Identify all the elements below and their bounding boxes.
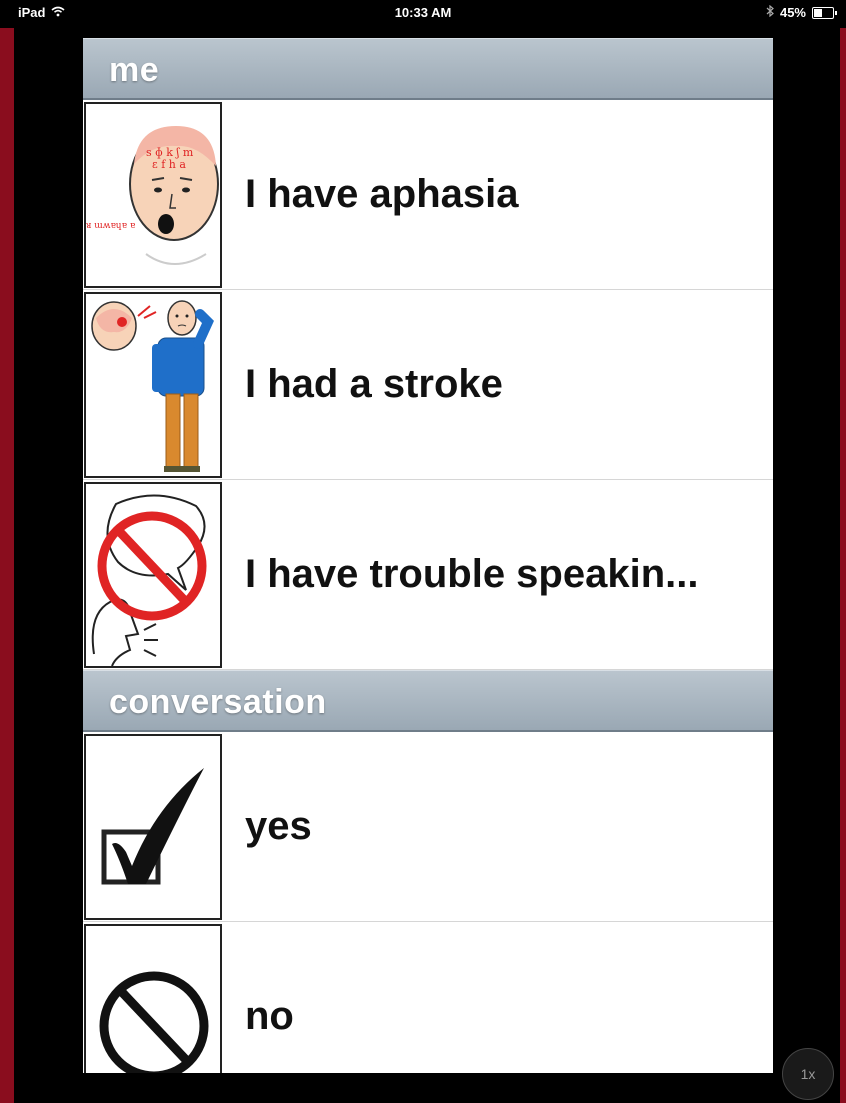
phrase-image: s ɸ k ʃ m ɛ f h a ᴚ ɯʍɐɥɐ ɐ <box>84 101 222 288</box>
section-header-me: me <box>83 38 773 100</box>
checkbox-check-icon <box>101 767 204 884</box>
phrase-image <box>84 481 222 668</box>
phrase-image <box>84 923 222 1073</box>
bluetooth-icon <box>766 4 774 20</box>
svg-text:ɛ f h a: ɛ f h a <box>152 158 186 171</box>
phrase-label: I have trouble speakin... <box>245 552 699 596</box>
phrase-image <box>84 291 222 478</box>
aphasia-icon: s ɸ k ʃ m ɛ f h a ᴚ ɯʍɐɥɐ ɐ <box>86 125 219 265</box>
phrase-label: I had a stroke <box>245 362 503 406</box>
status-bar: iPad 10:33 AM 45% <box>0 0 846 28</box>
clock: 10:33 AM <box>394 5 452 20</box>
battery-icon <box>812 6 837 19</box>
phrase-list: me s ɸ k ʃ m ɛ f h a ᴚ ɯʍɐɥɐ ɐ I have ap… <box>83 38 773 1073</box>
phrase-row-no[interactable]: no <box>83 922 773 1073</box>
phrase-label: no <box>245 994 294 1038</box>
section-header-conversation: conversation <box>83 670 773 732</box>
phrase-image <box>84 733 222 920</box>
battery-percentage: 45% <box>779 5 806 20</box>
stroke-icon <box>91 299 214 472</box>
zoom-toggle-button[interactable]: 1x <box>782 1048 834 1100</box>
phrase-row-yes[interactable]: yes <box>83 732 773 922</box>
svg-text:ᴚ ɯʍɐɥɐ ɐ: ᴚ ɯʍɐɥɐ ɐ <box>86 221 136 231</box>
phrase-row-aphasia[interactable]: s ɸ k ʃ m ɛ f h a ᴚ ɯʍɐɥɐ ɐ I have aphas… <box>83 100 773 290</box>
phrase-row-trouble-speaking[interactable]: I have trouble speakin... <box>83 480 773 670</box>
phrase-label: I have aphasia <box>245 172 519 216</box>
phrase-label: yes <box>245 804 312 848</box>
phrase-row-stroke[interactable]: I had a stroke <box>83 290 773 480</box>
prohibited-icon <box>99 971 209 1073</box>
trouble-speaking-icon <box>91 494 207 666</box>
